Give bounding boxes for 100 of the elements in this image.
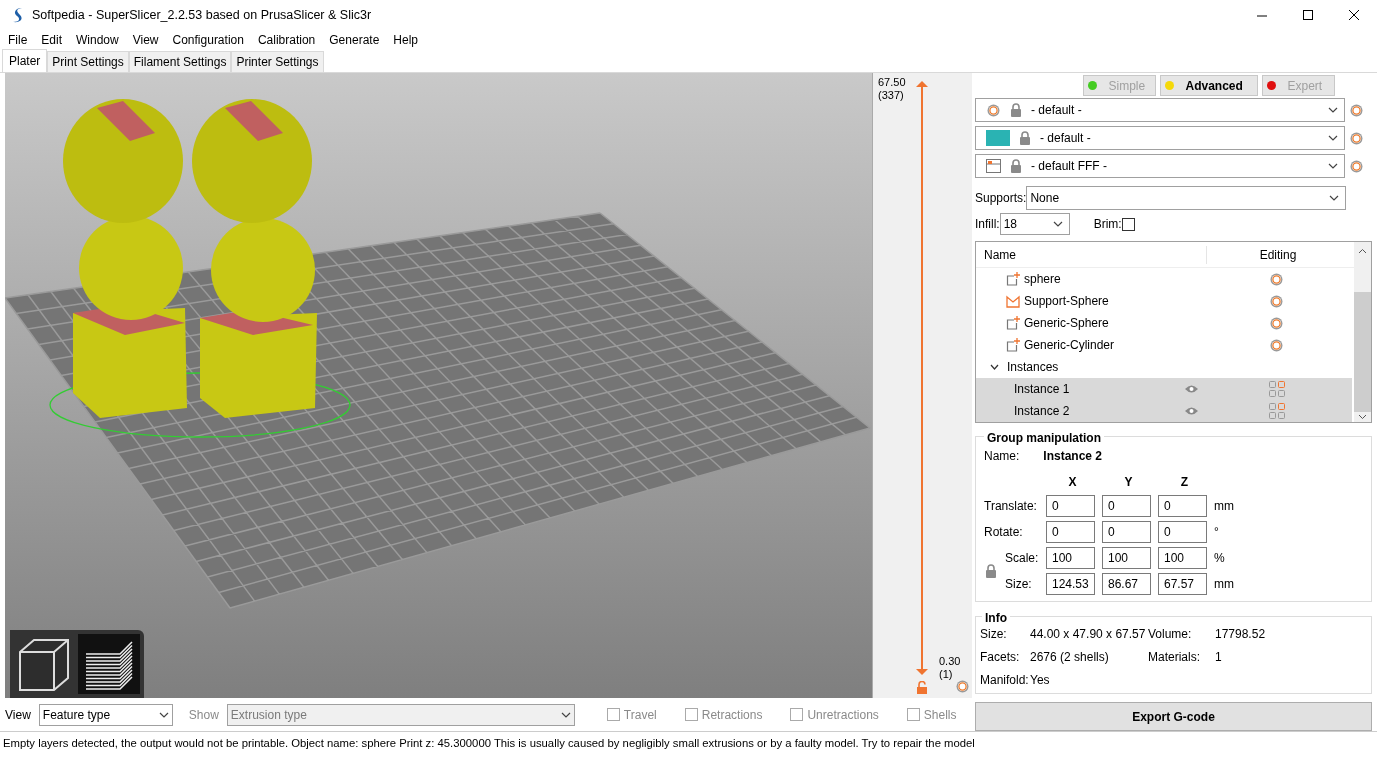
- dropdown-chevron-icon[interactable]: [1052, 221, 1063, 227]
- close-icon[interactable]: [1348, 9, 1360, 21]
- info-label: Facets:: [980, 649, 1021, 666]
- unlock-icon[interactable]: [916, 681, 928, 694]
- menu-item[interactable]: Edit: [34, 30, 70, 50]
- axis-label: Y: [1123, 474, 1134, 491]
- menu-item[interactable]: View: [125, 30, 166, 50]
- axis-label: X: [1067, 474, 1078, 491]
- settings-icon[interactable]: [1349, 130, 1364, 146]
- tree-item[interactable]: Generic-Sphere: [1024, 314, 1264, 332]
- number-field[interactable]: 124.53: [1046, 573, 1095, 595]
- menu-item[interactable]: Window: [69, 30, 126, 50]
- layer-number: (337): [878, 89, 905, 102]
- mode-button[interactable]: Advanced: [1159, 75, 1258, 96]
- field-label: Rotate:: [984, 524, 1024, 541]
- checkbox[interactable]: [606, 708, 620, 721]
- tab[interactable]: Printer Settings: [231, 51, 324, 72]
- slider-value: 67.50: [878, 76, 906, 89]
- maximize-icon[interactable]: [1302, 9, 1314, 21]
- settings-icon[interactable]: [1269, 337, 1284, 353]
- show-label: Show: [188, 706, 219, 724]
- checkbox[interactable]: [906, 708, 920, 721]
- window-title: Softpedia - SuperSlicer_2.2.53 based on PrusaSlicer & Slic3r: [32, 6, 372, 24]
- printer-icon: [986, 159, 1001, 173]
- preset-dropdown[interactable]: - default FFF -: [975, 154, 1345, 178]
- tree-item[interactable]: Instance 2: [976, 402, 1146, 420]
- checkbox[interactable]: [790, 708, 804, 721]
- layers-icon[interactable]: [78, 634, 140, 694]
- tree-item[interactable]: Instances: [1007, 358, 1059, 376]
- number-field[interactable]: 0: [1102, 521, 1151, 543]
- settings-icon[interactable]: [1349, 158, 1364, 174]
- infill-label: Infill:: [975, 216, 1000, 233]
- number-field[interactable]: 0: [1158, 495, 1207, 517]
- menu-item[interactable]: Calibration: [250, 30, 323, 50]
- checkbox-label: Retractions: [701, 706, 763, 724]
- info-value: Yes: [1030, 672, 1051, 689]
- preset-value: - default FFF -: [1031, 158, 1107, 175]
- info-label: Materials:: [1148, 649, 1201, 666]
- settings-icon[interactable]: [1349, 102, 1364, 118]
- settings-icon[interactable]: [1269, 293, 1284, 309]
- status-message: Empty layers detected, the output would not be printable. Object name: sphere Print z: 45.300000 This is usually caused by negligibly small extrusions or by a faulty model. Try to repair the model: [0, 731, 1377, 753]
- eye-icon[interactable]: [1184, 384, 1199, 394]
- preset-dropdown[interactable]: - default -: [975, 98, 1345, 122]
- dropdown-chevron-icon[interactable]: [1329, 195, 1340, 201]
- info-value: 1: [1215, 649, 1223, 666]
- field-label: Size:: [1005, 576, 1033, 593]
- checkbox-label: Shells: [923, 706, 957, 724]
- tree-item[interactable]: Instance 1: [976, 380, 1146, 398]
- dropdown-chevron-icon[interactable]: [1328, 135, 1338, 141]
- tree-item[interactable]: Generic-Cylinder: [1024, 336, 1264, 354]
- tab[interactable]: Plater: [2, 49, 48, 72]
- number-field[interactable]: 86.67: [1102, 573, 1151, 595]
- info-label: Manifold:: [980, 672, 1030, 689]
- tree-item[interactable]: sphere: [1024, 270, 1264, 288]
- infill-dropdown[interactable]: 18: [999, 213, 1070, 235]
- tab[interactable]: Print Settings: [47, 51, 129, 72]
- eye-icon[interactable]: [1184, 406, 1199, 416]
- lock-icon: [1009, 158, 1023, 174]
- slider-value: 0.30: [939, 655, 961, 668]
- number-field[interactable]: 100: [1046, 547, 1095, 569]
- name-label: Name:: [984, 448, 1020, 465]
- settings-icon: [986, 102, 1001, 118]
- brim-label: Brim:: [1093, 216, 1122, 233]
- field-label: Scale:: [1005, 550, 1040, 567]
- dropdown-chevron-icon[interactable]: [158, 711, 169, 718]
- tab[interactable]: Filament Settings: [128, 51, 232, 72]
- number-field[interactable]: 100: [1158, 547, 1207, 569]
- add-part-icon: [1006, 316, 1020, 330]
- settings-icon[interactable]: [1269, 315, 1284, 331]
- view-dropdown[interactable]: Feature type: [38, 703, 173, 726]
- number-field[interactable]: 67.57: [1158, 573, 1207, 595]
- menu-item[interactable]: Generate: [322, 30, 387, 50]
- dropdown-chevron-icon[interactable]: [1328, 163, 1338, 169]
- checkbox[interactable]: [684, 708, 698, 721]
- number-field[interactable]: 0: [1046, 521, 1095, 543]
- info-label: Volume:: [1148, 626, 1193, 643]
- unit-label: mm: [1214, 576, 1235, 593]
- settings-icon[interactable]: [955, 679, 970, 694]
- grid-icon[interactable]: [1269, 381, 1285, 397]
- supports-dropdown[interactable]: None: [1026, 186, 1347, 210]
- number-field[interactable]: 0: [1046, 495, 1095, 517]
- menu-item[interactable]: Help: [386, 30, 425, 50]
- view-label: View: [5, 706, 31, 724]
- menu-item[interactable]: File: [1, 30, 35, 50]
- dropdown-chevron-icon[interactable]: [1328, 107, 1338, 113]
- menu-item[interactable]: Configuration: [165, 30, 251, 50]
- support-icon: [1006, 294, 1020, 308]
- settings-icon[interactable]: [1269, 271, 1284, 287]
- preset-dropdown[interactable]: - default -: [975, 126, 1345, 150]
- brim-checkbox[interactable]: [1121, 217, 1135, 231]
- instance-row[interactable]: Instance 1: [976, 378, 1352, 400]
- number-field[interactable]: 0: [1102, 495, 1151, 517]
- number-field[interactable]: 100: [1102, 547, 1151, 569]
- number-field[interactable]: 0: [1158, 521, 1207, 543]
- instance-row[interactable]: Instance 2: [976, 400, 1352, 422]
- tree-item[interactable]: Support-Sphere: [1024, 292, 1264, 310]
- export-button[interactable]: Export G-code: [975, 702, 1372, 731]
- checkbox-label: Travel: [623, 706, 657, 724]
- scrollbar[interactable]: [1354, 242, 1371, 422]
- grid-icon[interactable]: [1269, 403, 1285, 419]
